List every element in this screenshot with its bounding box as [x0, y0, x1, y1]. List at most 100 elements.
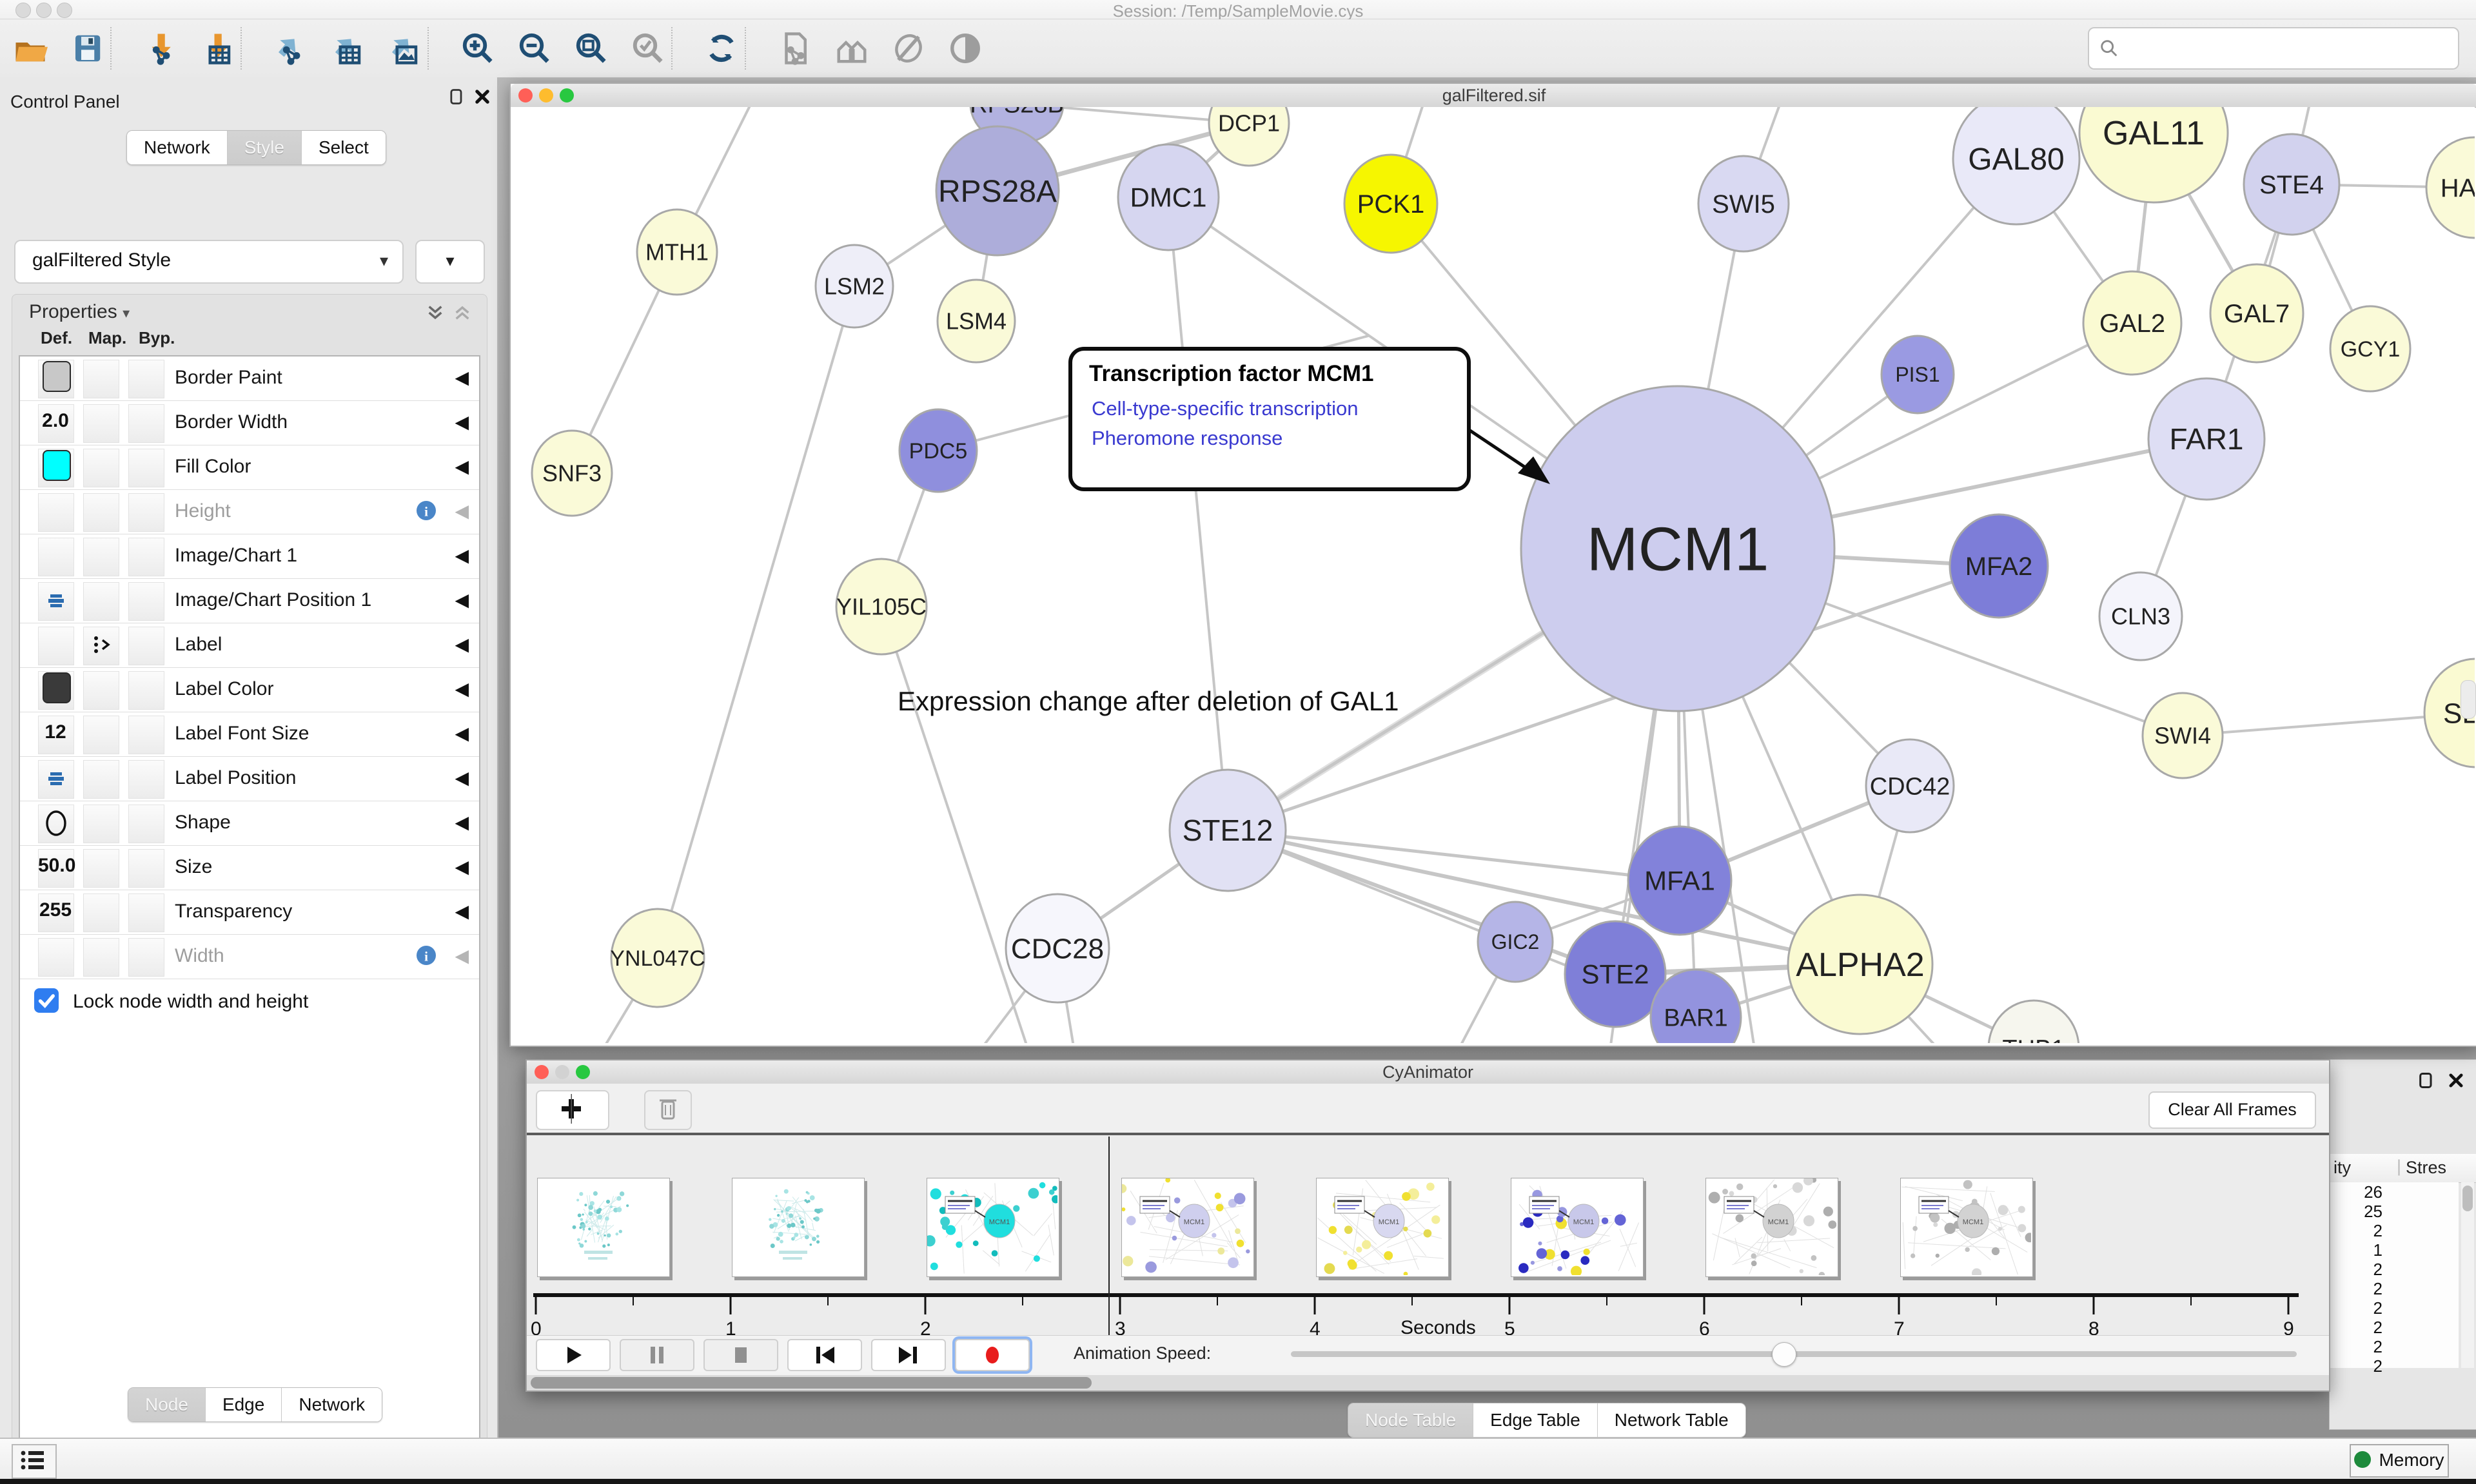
expand-property-icon[interactable]: ◀	[455, 411, 469, 433]
zoom-fit-icon[interactable]	[574, 31, 609, 66]
properties-header[interactable]: Properties	[29, 301, 117, 322]
cyanimator-titlebar[interactable]: CyAnimator	[527, 1060, 2329, 1084]
node-dcp1[interactable]: DCP1	[1209, 107, 1289, 166]
map-cell[interactable]	[83, 805, 119, 843]
table-rows[interactable]: 262521222222	[2330, 1182, 2459, 1368]
node-rps28a[interactable]: RPS28A	[936, 126, 1059, 255]
table-row[interactable]: 1	[2330, 1240, 2459, 1260]
map-cell[interactable]	[83, 938, 119, 977]
node-alpha2[interactable]: ALPHA2	[1788, 895, 1932, 1034]
save-session-icon[interactable]	[70, 31, 104, 66]
byp-cell[interactable]	[128, 538, 164, 576]
pause-button[interactable]	[620, 1339, 694, 1371]
node-cdc28[interactable]: CDC28	[1006, 894, 1109, 1002]
node-mfa2[interactable]: MFA2	[1950, 514, 2048, 618]
network-canvas[interactable]: RPS28BDCP1RPS28ADMC1PCK1SWI5GAL80GAL11ST…	[511, 107, 2475, 1043]
info-icon[interactable]: i	[415, 944, 438, 967]
expand-property-icon[interactable]: ◀	[455, 500, 469, 522]
refresh-view-icon[interactable]	[704, 31, 739, 66]
table-row[interactable]: 2	[2330, 1337, 2459, 1356]
expand-all-icon[interactable]	[425, 302, 446, 323]
node-mfa1[interactable]: MFA1	[1628, 826, 1731, 935]
node-cdc42[interactable]: CDC42	[1866, 739, 1954, 832]
table-row[interactable]: 2	[2330, 1298, 2459, 1318]
property-row-fill-color[interactable]: Fill Color◀	[20, 445, 479, 490]
property-row-transparency[interactable]: 255Transparency◀	[20, 890, 479, 935]
byp-cell[interactable]	[128, 893, 164, 932]
expand-property-icon[interactable]: ◀	[455, 856, 469, 877]
import-table-icon[interactable]	[200, 31, 235, 66]
tab-network[interactable]: Network	[127, 131, 228, 164]
node-gal2[interactable]: GAL2	[2083, 271, 2181, 375]
annotation-box[interactable]: Transcription factor MCM1 Cell-type-spec…	[1068, 347, 1471, 491]
close-control-panel-icon[interactable]	[473, 88, 493, 107]
export-image-icon[interactable]	[387, 31, 422, 66]
node-mcm1[interactable]: MCM1	[1521, 386, 1834, 711]
node-pck1[interactable]: PCK1	[1344, 155, 1437, 253]
frame-thumbnail-2[interactable]	[732, 1178, 865, 1277]
node-hap2[interactable]: HAP2	[2426, 137, 2475, 238]
frame-thumbnail-5[interactable]: MCM1	[1316, 1178, 1449, 1277]
expand-property-icon[interactable]: ◀	[455, 901, 469, 922]
node-gal11[interactable]: GAL11	[2079, 107, 2228, 202]
cyanimator-scrollbar[interactable]	[527, 1375, 2329, 1391]
close-panel-icon[interactable]	[2447, 1071, 2466, 1091]
current-style-select[interactable]: galFiltered Style ▾	[14, 240, 404, 284]
memory-button[interactable]: Memory	[2350, 1444, 2449, 1478]
expand-property-icon[interactable]: ◀	[455, 812, 469, 833]
property-row-label-color[interactable]: Label Color◀	[20, 668, 479, 712]
frame-thumbnail-1[interactable]	[537, 1178, 670, 1277]
tab-select[interactable]: Select	[302, 131, 386, 164]
show-detail-icon[interactable]	[948, 31, 983, 66]
map-cell[interactable]	[83, 760, 119, 799]
frame-thumbnail-8[interactable]: MCM1	[1900, 1178, 2033, 1277]
byp-cell[interactable]	[128, 493, 164, 532]
node-swi5[interactable]: SWI5	[1698, 156, 1789, 251]
tab-network[interactable]: Network	[282, 1388, 382, 1421]
property-row-image-chart-position-1[interactable]: Image/Chart Position 1◀	[20, 579, 479, 623]
hide-detail-icon[interactable]	[891, 31, 926, 66]
property-row-width[interactable]: Widthi◀	[20, 935, 479, 979]
byp-cell[interactable]	[128, 805, 164, 843]
property-row-image-chart-1[interactable]: Image/Chart 1◀	[20, 534, 479, 579]
tab-style[interactable]: Style	[228, 131, 302, 164]
property-row-border-paint[interactable]: Border Paint◀	[20, 356, 479, 401]
annotation-link-2[interactable]: Pheromone response	[1092, 427, 1282, 450]
map-cell[interactable]	[83, 893, 119, 932]
node-dmc1[interactable]: DMC1	[1118, 144, 1219, 250]
node-gcy1[interactable]: GCY1	[2330, 306, 2410, 391]
property-row-border-width[interactable]: 2.0Border Width◀	[20, 401, 479, 445]
expand-property-icon[interactable]: ◀	[455, 367, 469, 388]
def-cell[interactable]	[38, 538, 74, 576]
table-row[interactable]: 2	[2330, 1356, 2459, 1376]
byp-cell[interactable]	[128, 671, 164, 710]
node-gal80[interactable]: GAL80	[1953, 107, 2079, 224]
node-ste4[interactable]: STE4	[2244, 134, 2339, 235]
stop-button[interactable]	[703, 1339, 778, 1371]
expand-property-icon[interactable]: ◀	[455, 945, 469, 966]
node-lsm4[interactable]: LSM4	[938, 280, 1015, 362]
zoom-out-icon[interactable]	[517, 31, 552, 66]
property-row-label-font-size[interactable]: 12Label Font Size◀	[20, 712, 479, 757]
property-row-label-position[interactable]: Label Position◀	[20, 757, 479, 801]
node-tub1[interactable]: TUB1	[1989, 1001, 2079, 1043]
annotation-link-1[interactable]: Cell-type-specific transcription	[1092, 397, 1358, 420]
collapse-all-icon[interactable]	[452, 302, 473, 323]
expand-property-icon[interactable]: ◀	[455, 456, 469, 477]
lock-aspect-row[interactable]: Lock node width and height	[26, 991, 486, 1030]
def-cell[interactable]	[38, 938, 74, 977]
map-cell[interactable]	[83, 404, 119, 443]
playhead[interactable]	[1108, 1137, 1110, 1361]
map-cell[interactable]	[83, 493, 119, 532]
delete-frame-button[interactable]	[644, 1090, 692, 1130]
table-row[interactable]: 26	[2330, 1182, 2459, 1202]
network-window-titlebar[interactable]: galFiltered.sif	[511, 84, 2476, 108]
table-row[interactable]: 2	[2330, 1318, 2459, 1337]
expand-property-icon[interactable]: ◀	[455, 545, 469, 566]
map-cell[interactable]	[83, 449, 119, 487]
home-icon[interactable]	[834, 31, 869, 66]
play-button[interactable]	[536, 1339, 611, 1371]
map-cell[interactable]	[83, 538, 119, 576]
table-row[interactable]: 2	[2330, 1221, 2459, 1240]
float-panel-icon[interactable]	[2417, 1071, 2437, 1091]
